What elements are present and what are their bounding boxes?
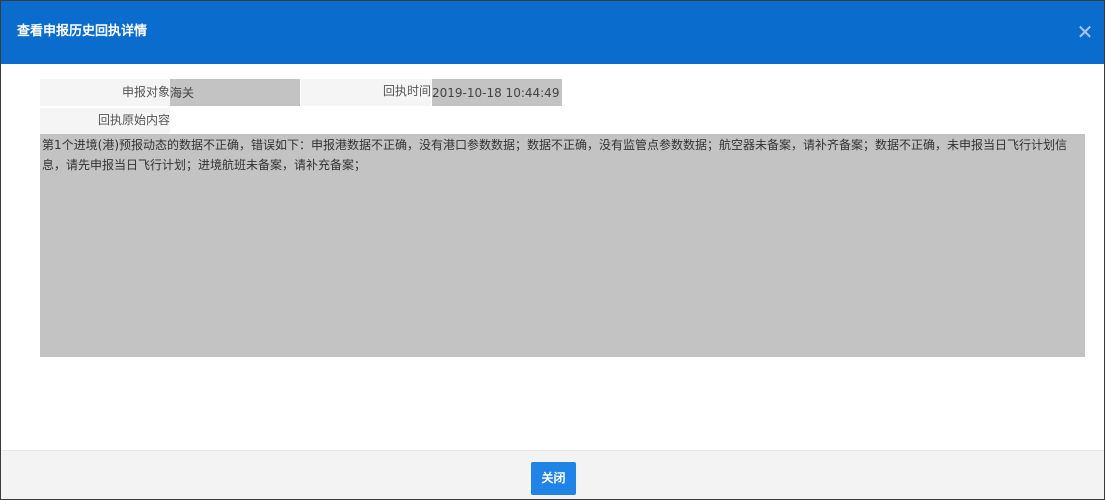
raw-content-label: 回执原始内容 xyxy=(97,113,170,127)
dialog-titlebar: 查看申报历史回执详情 ✕ xyxy=(1,1,1104,64)
declare-target-value: 海关 xyxy=(170,79,300,106)
close-button[interactable]: 关闭 xyxy=(531,462,576,495)
raw-content-value: 第1个进境(港)预报动态的数据不正确，错误如下：申报港数据不正确，没有港口参数数… xyxy=(40,134,1085,357)
dialog-footer: 关闭 xyxy=(1,450,1104,499)
receipt-time-label: 回执时间 xyxy=(382,84,431,98)
dialog-body: 申报对象 海关 回执时间 2019-10-18 10:44:49 回执原始内容 … xyxy=(1,64,1104,450)
receipt-time-value: 2019-10-18 10:44:49 xyxy=(432,79,562,106)
receipt-detail-dialog: 查看申报历史回执详情 ✕ 申报对象 海关 回执时间 2019-10-18 10:… xyxy=(0,0,1105,500)
declare-target-label: 申报对象 xyxy=(121,85,170,99)
dialog-title: 查看申报历史回执详情 xyxy=(17,24,148,39)
close-icon[interactable]: ✕ xyxy=(1074,21,1096,43)
